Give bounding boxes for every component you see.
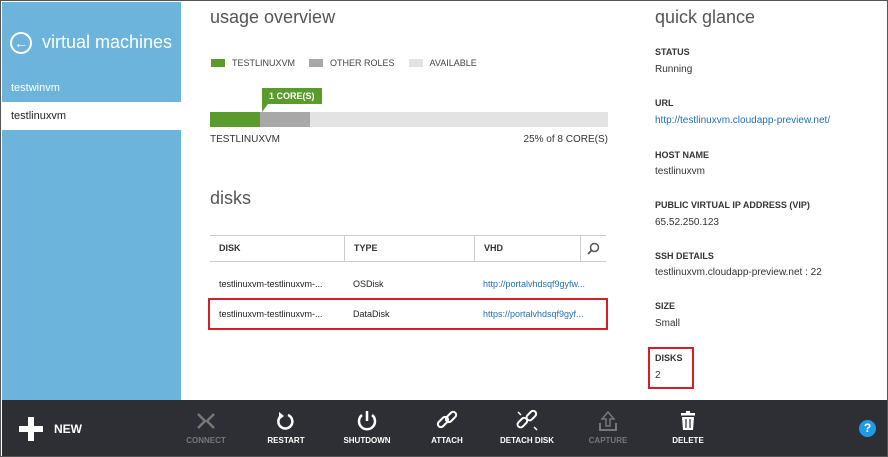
usage-overview-title: usage overview xyxy=(210,7,336,27)
size-label: SIZE xyxy=(655,301,676,311)
status-value: Running xyxy=(655,64,693,75)
connect-icon xyxy=(197,413,215,429)
sidebar-title: virtual machines xyxy=(42,32,173,52)
ssh-label: SSH DETAILS xyxy=(655,251,714,261)
usage-bar xyxy=(210,112,608,127)
url-link[interactable]: http://testlinuxvm.cloudapp-preview.net/ xyxy=(655,115,830,126)
unlink-icon xyxy=(516,410,538,431)
usage-legend: TESTLINUXVM OTHER ROLES AVAILABLE xyxy=(211,58,491,68)
sidebar-item-testlinuxvm[interactable]: testlinuxvm xyxy=(2,102,181,130)
disks-count-value: 2 xyxy=(655,370,661,381)
core-badge: 1 CORE(S) xyxy=(262,88,322,112)
disk-name-cell: testlinuxvm-testlinuxvm-... xyxy=(219,309,323,319)
capture-icon xyxy=(599,410,617,431)
sidebar-item-testwinvm[interactable]: testwinvm xyxy=(2,74,181,102)
host-name-label: HOST NAME xyxy=(655,150,709,160)
usage-bar-other-roles xyxy=(260,112,310,127)
column-header-disk[interactable]: DISK xyxy=(210,236,344,261)
column-header-vhd[interactable]: VHD xyxy=(474,236,580,261)
column-header-type[interactable]: TYPE xyxy=(344,236,474,261)
legend-swatch xyxy=(211,59,225,67)
legend-item-available: AVAILABLE xyxy=(408,58,477,68)
legend-item-testlinuxvm: TESTLINUXVM xyxy=(211,58,295,68)
sidebar: ← virtual machines testwinvm testlinuxvm xyxy=(2,2,181,400)
link-icon xyxy=(436,410,458,429)
plus-icon xyxy=(19,417,43,441)
disk-type-cell: OSDisk xyxy=(353,279,384,289)
delete-button[interactable]: DELETE xyxy=(658,400,718,456)
new-button[interactable]: NEW xyxy=(18,416,82,442)
usage-bar-testlinuxvm xyxy=(210,112,260,127)
legend-swatch xyxy=(309,59,324,67)
disk-name-cell: testlinuxvm-testlinuxvm-... xyxy=(219,279,323,289)
search-icon xyxy=(587,242,600,255)
help-icon[interactable]: ? xyxy=(859,420,876,437)
back-arrow-icon[interactable]: ← xyxy=(10,32,32,54)
disk-vhd-link[interactable]: http://portalvhdsqf9gyfw... xyxy=(474,270,606,298)
size-value: Small xyxy=(655,318,681,329)
disks-title: disks xyxy=(210,188,252,208)
connect-button[interactable]: CONNECT xyxy=(176,400,236,456)
disk-type-cell: DataDisk xyxy=(353,309,390,319)
vip-label: PUBLIC VIRTUAL IP ADDRESS (VIP) xyxy=(655,200,810,210)
restart-icon xyxy=(277,412,294,430)
status-label: STATUS xyxy=(655,47,690,57)
power-icon xyxy=(357,411,377,431)
quick-glance-title: quick glance xyxy=(655,7,756,27)
disks-table-header: DISK TYPE VHD xyxy=(210,235,606,262)
usage-bar-label: TESTLINUXVM xyxy=(210,134,281,145)
restart-button[interactable]: RESTART xyxy=(256,400,316,456)
usage-summary: 25% of 8 CORE(S) xyxy=(523,134,608,145)
legend-item-other-roles: OTHER ROLES xyxy=(309,58,395,68)
command-bar: NEW CONNECT RESTART SHUTDOWN ATTACH DETA… xyxy=(2,400,887,456)
disks-count-label: DISKS xyxy=(655,353,683,363)
ssh-value: testlinuxvm.cloudapp-preview.net : 22 xyxy=(655,267,822,278)
disk-vhd-link[interactable]: https://portalvhdsqf9gyf... xyxy=(474,300,606,328)
table-row[interactable]: testlinuxvm-testlinuxvm-... DataDisk htt… xyxy=(208,298,608,330)
legend-swatch xyxy=(408,59,423,67)
capture-button[interactable]: CAPTURE xyxy=(578,400,638,456)
table-search-button[interactable] xyxy=(580,236,606,261)
trash-icon xyxy=(681,411,695,430)
detach-disk-button[interactable]: DETACH DISK xyxy=(496,400,558,456)
url-label: URL xyxy=(655,98,674,108)
vip-value: 65.52.250.123 xyxy=(655,217,719,228)
host-name-value: testlinuxvm xyxy=(655,166,706,177)
shutdown-button[interactable]: SHUTDOWN xyxy=(336,400,398,456)
main-content: usage overview TESTLINUXVM OTHER ROLES A… xyxy=(181,2,887,400)
attach-button[interactable]: ATTACH xyxy=(418,400,476,456)
table-row[interactable]: testlinuxvm-testlinuxvm-... OSDisk http:… xyxy=(210,270,606,298)
